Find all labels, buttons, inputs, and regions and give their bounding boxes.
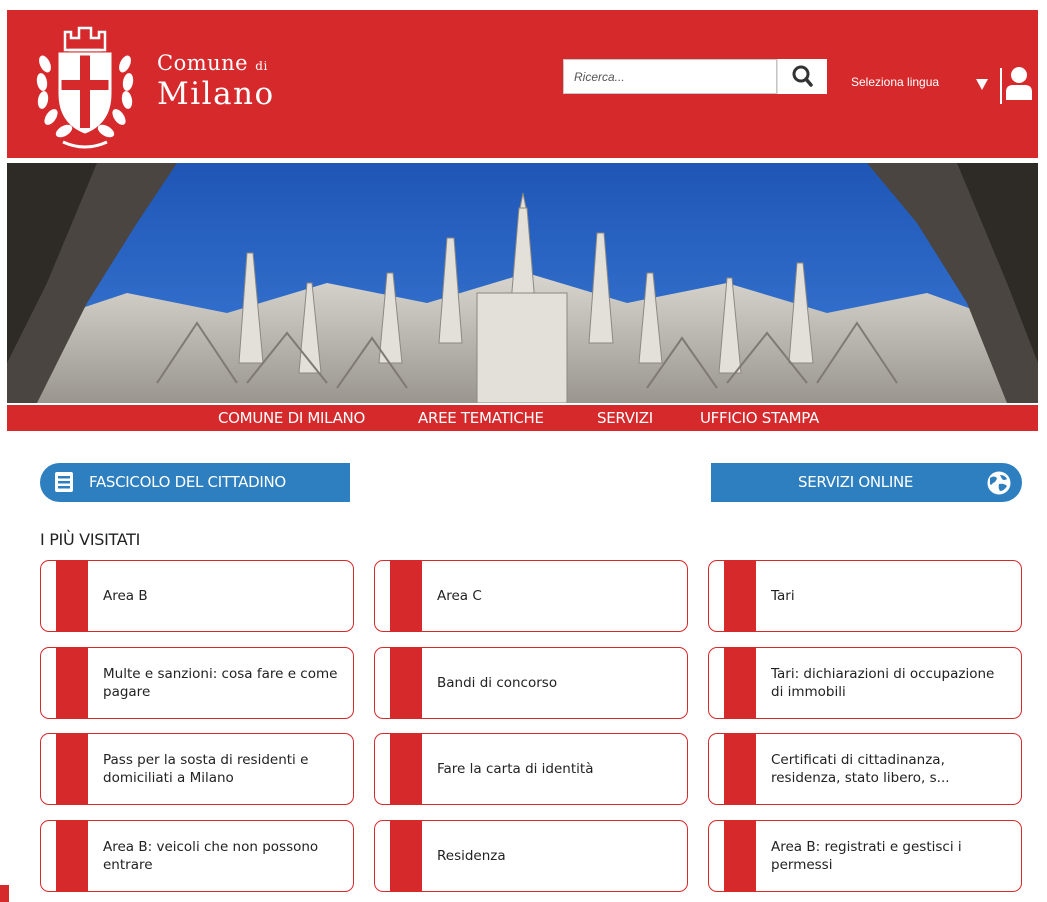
card-stripe: [390, 734, 422, 804]
language-selector-label[interactable]: Seleziona lingua: [851, 75, 939, 89]
card-label: Bandi di concorso: [437, 675, 558, 691]
card-link[interactable]: Tari: dichiarazioni di occupazione di im…: [708, 647, 1022, 719]
card-stripe: [390, 648, 422, 718]
search-field[interactable]: [563, 59, 784, 94]
dropdown-arrow-icon[interactable]: [976, 79, 988, 90]
nav-item-aree-tematiche[interactable]: AREE TEMATICHE: [418, 409, 544, 427]
fascicolo-label: FASCICOLO DEL CITTADINO: [89, 473, 286, 491]
fascicolo-button[interactable]: FASCICOLO DEL CITTADINO: [40, 463, 350, 502]
card-link[interactable]: Area C: [374, 560, 688, 632]
brand-line-1: Comune: [157, 51, 249, 75]
card-label: Pass per la sosta di residenti e domicil…: [103, 752, 309, 786]
card-label: Tari: dichiarazioni di occupazione di im…: [771, 666, 995, 700]
card-label: Area C: [437, 588, 482, 604]
search-input[interactable]: [564, 60, 784, 93]
card-stripe: [56, 821, 88, 891]
card-stripe: [390, 821, 422, 891]
book-icon: [55, 472, 73, 492]
nav-item-comune[interactable]: COMUNE DI MILANO: [218, 409, 365, 427]
hero-image: [7, 163, 1038, 403]
card-label: Residenza: [437, 848, 506, 864]
servizi-online-button[interactable]: SERVIZI ONLINE: [711, 463, 1022, 502]
card-label: Area B: veicoli che non possono entrare: [103, 839, 319, 873]
user-icon[interactable]: [1006, 66, 1032, 100]
nav-item-servizi[interactable]: SERVIZI: [597, 409, 653, 427]
search-icon: [792, 65, 813, 87]
card-stripe: [56, 734, 88, 804]
brand-line-1-small: di: [255, 59, 268, 73]
card-link[interactable]: Certificati di cittadinanza, residenza, …: [708, 733, 1022, 805]
globe-icon: [986, 470, 1012, 496]
card-link[interactable]: Fare la carta di identità: [374, 733, 688, 805]
card-link[interactable]: Residenza: [374, 820, 688, 892]
edge-marker: [0, 885, 9, 902]
nav-item-ufficio-stampa[interactable]: UFFICIO STAMPA: [700, 409, 819, 427]
card-label: Area B: registrati e gestisci i permessi: [771, 839, 962, 873]
card-label: Certificati di cittadinanza, residenza, …: [771, 752, 950, 786]
card-label: Fare la carta di identità: [437, 761, 594, 777]
most-visited-title: I PIÙ VISITATI: [40, 530, 141, 549]
card-label: Tari: [771, 588, 795, 604]
brand-name[interactable]: Comune di Milano: [157, 52, 275, 111]
main-nav: COMUNE DI MILANO AREE TEMATICHE SERVIZI …: [7, 405, 1038, 431]
card-stripe: [724, 821, 756, 891]
card-link[interactable]: Bandi di concorso: [374, 647, 688, 719]
card-stripe: [724, 561, 756, 631]
card-label: Area B: [103, 588, 148, 604]
card-link[interactable]: Area B: veicoli che non possono entrare: [40, 820, 354, 892]
coat-of-arms-logo[interactable]: [33, 24, 137, 152]
card-stripe: [390, 561, 422, 631]
card-stripe: [56, 648, 88, 718]
card-stripe: [724, 734, 756, 804]
header-divider: [1000, 68, 1002, 104]
card-link[interactable]: Pass per la sosta di residenti e domicil…: [40, 733, 354, 805]
card-link[interactable]: Tari: [708, 560, 1022, 632]
card-link[interactable]: Area B: [40, 560, 354, 632]
duomo-illustration: [7, 163, 1038, 403]
card-label: Multe e sanzioni: cosa fare e come pagar…: [103, 666, 338, 700]
card-link[interactable]: Multe e sanzioni: cosa fare e come pagar…: [40, 647, 354, 719]
card-link[interactable]: Area B: registrati e gestisci i permessi: [708, 820, 1022, 892]
brand-line-2: Milano: [157, 76, 275, 112]
servizi-online-label: SERVIZI ONLINE: [798, 473, 914, 491]
card-stripe: [56, 561, 88, 631]
search-button[interactable]: [777, 59, 827, 94]
card-stripe: [724, 648, 756, 718]
